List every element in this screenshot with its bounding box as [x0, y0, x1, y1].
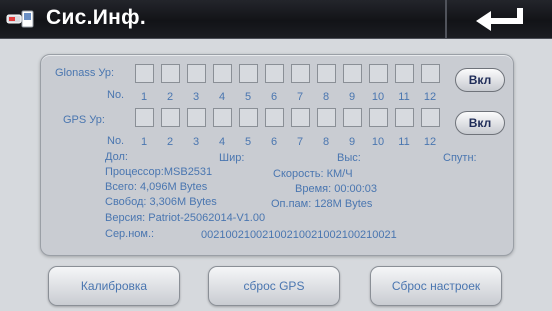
glonass-satellite-number: 10	[371, 91, 385, 103]
gps-satellite-number: 10	[371, 136, 385, 148]
glonass-satellite-number: 9	[348, 91, 356, 103]
gps-signal-cell	[213, 108, 232, 127]
gps-no-label: No.	[107, 135, 125, 147]
gps-satellite-number: 7	[296, 136, 304, 148]
glonass-signal-cell	[317, 64, 336, 83]
gps-signal-cell	[135, 108, 154, 127]
gps-satellite-number: 1	[140, 136, 148, 148]
gps-signal-cell	[317, 108, 336, 127]
glonass-satellite-number: 4	[218, 91, 226, 103]
glonass-signal-cell	[135, 64, 154, 83]
satellites-label: Спутн:	[443, 152, 477, 164]
gps-satellite-number: 2	[166, 136, 174, 148]
gps-signal-cell	[161, 108, 180, 127]
battery-phone-icon	[6, 10, 34, 28]
glonass-signal-cell	[395, 64, 414, 83]
page-title: Сис.Инф.	[46, 6, 146, 29]
processor-info: Процессор:MSB2531	[105, 166, 213, 178]
glonass-satellite-number: 12	[423, 91, 437, 103]
glonass-enable-button[interactable]: Вкл	[455, 68, 505, 92]
glonass-satellite-number: 7	[296, 91, 304, 103]
gps-signal-cell	[395, 108, 414, 127]
serial-number: 00210021002100210021002100210021	[201, 229, 397, 241]
gps-satellite-number: 4	[218, 136, 226, 148]
glonass-signal-cell	[213, 64, 232, 83]
gps-signal-cell	[343, 108, 362, 127]
gps-satellite-number: 9	[348, 136, 356, 148]
glonass-satellite-number: 2	[166, 91, 174, 103]
speed-info: Скорость: КМ/Ч	[273, 168, 353, 180]
version-info: Версия: Patriot-25062014-V1.00	[105, 212, 266, 224]
glonass-signal-cell	[421, 64, 440, 83]
reset-gps-button[interactable]: сброс GPS	[208, 266, 340, 306]
glonass-satellite-number: 6	[270, 91, 278, 103]
gps-signal-cell	[187, 108, 206, 127]
gps-signal-cell	[239, 108, 258, 127]
glonass-signal-cell	[187, 64, 206, 83]
title-separator	[445, 0, 447, 38]
serial-label: Сер.ном.:	[105, 228, 155, 240]
glonass-signal-cell	[239, 64, 258, 83]
glonass-satellite-number: 5	[244, 91, 252, 103]
glonass-satellite-number: 11	[398, 91, 410, 103]
glonass-signal-cell	[265, 64, 284, 83]
gps-satellite-number: 3	[192, 136, 200, 148]
gps-signal-cell	[265, 108, 284, 127]
gps-satellite-number: 11	[398, 136, 410, 148]
gps-signal-cell	[291, 108, 310, 127]
back-button[interactable]	[448, 0, 552, 38]
glonass-no-label: No.	[107, 89, 125, 101]
calibrate-button[interactable]: Калибровка	[48, 266, 180, 306]
gps-enable-button[interactable]: Вкл	[455, 111, 505, 135]
glonass-satellite-number: 3	[192, 91, 200, 103]
glonass-satellite-number: 1	[140, 91, 148, 103]
glonass-signal-cell	[343, 64, 362, 83]
gps-level-label: GPS Ур:	[63, 114, 105, 126]
glonass-satellite-number: 8	[322, 91, 330, 103]
return-arrow-icon	[476, 8, 523, 31]
glonass-signal-cell	[291, 64, 310, 83]
reset-settings-button[interactable]: Сброс настроек	[370, 266, 502, 306]
free-memory-info: Свобод: 3,306M Bytes	[105, 196, 217, 208]
longitude-label: Дол:	[105, 151, 128, 163]
info-panel: Glonass Ур: No. 1 2 3 4 5 6 7 8 9 10 11 12 Вкл GPS …	[40, 54, 514, 256]
glonass-signal-cell	[369, 64, 388, 83]
time-info: Время: 00:00:03	[295, 183, 378, 195]
latitude-label: Шир:	[219, 152, 245, 164]
altitude-label: Выс:	[337, 152, 361, 164]
total-memory-info: Всего: 4,096M Bytes	[105, 181, 208, 193]
glonass-signal-cell	[161, 64, 180, 83]
gps-satellite-number: 12	[423, 136, 437, 148]
gps-signal-cell	[421, 108, 440, 127]
gps-satellite-number: 6	[270, 136, 278, 148]
glonass-level-label: Glonass Ур:	[55, 67, 115, 79]
gps-signal-cell	[369, 108, 388, 127]
title-bar: Сис.Инф.	[0, 0, 552, 39]
ram-info: Оп.пам: 128M Bytes	[271, 198, 373, 210]
gps-satellite-number: 8	[322, 136, 330, 148]
gps-satellite-number: 5	[244, 136, 252, 148]
